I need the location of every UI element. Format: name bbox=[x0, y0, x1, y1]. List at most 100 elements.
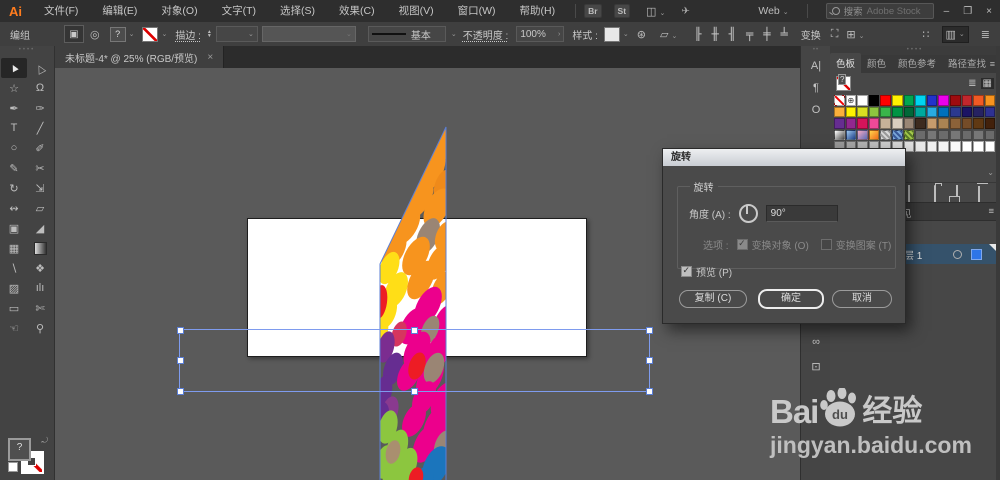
swatch[interactable] bbox=[926, 118, 938, 129]
swap-fill-stroke-icon[interactable]: ⤾ bbox=[41, 436, 48, 446]
swatch[interactable] bbox=[961, 141, 973, 152]
swatch[interactable] bbox=[845, 106, 857, 118]
menu-item-1[interactable]: 编辑(E) bbox=[90, 0, 149, 22]
fill-color-well[interactable]: ? bbox=[109, 26, 126, 42]
variable-width-select[interactable]: ⌄ bbox=[261, 26, 356, 42]
hand-tool[interactable]: ☜ bbox=[1, 318, 27, 338]
selection-bounding-box[interactable] bbox=[179, 329, 650, 392]
arrange-documents-icon[interactable]: ◫ ⌄ bbox=[646, 5, 665, 18]
swatch[interactable] bbox=[938, 141, 949, 152]
selection-handle[interactable] bbox=[411, 388, 418, 395]
align-icon-1[interactable]: ╫ bbox=[712, 27, 719, 41]
grid-view-icon[interactable]: ▦ bbox=[980, 77, 994, 89]
menu-item-3[interactable]: 文字(T) bbox=[210, 0, 268, 22]
swatch[interactable] bbox=[938, 106, 949, 118]
close-button[interactable]: × bbox=[986, 6, 992, 17]
list-view-icon[interactable]: ≣ bbox=[981, 28, 990, 41]
swatch[interactable]: ⊕ bbox=[845, 95, 857, 106]
stroke-color-well[interactable] bbox=[142, 26, 159, 42]
document-setup-icon[interactable]: ⊛ bbox=[637, 28, 646, 41]
slice-tool[interactable]: ✄ bbox=[27, 298, 53, 318]
stock-button[interactable]: St bbox=[613, 4, 631, 18]
zoom-tool[interactable]: ⚲ bbox=[27, 318, 53, 338]
ellipse-tool[interactable]: ○ bbox=[1, 138, 27, 158]
magic-wand-tool[interactable]: ☆ bbox=[1, 78, 27, 98]
opacity-label[interactable]: 不透明度 : bbox=[463, 27, 509, 42]
shape-mode-icon[interactable]: ▱ ⌄ bbox=[660, 28, 677, 41]
paintbrush-tool[interactable]: ✐ bbox=[27, 138, 53, 158]
shape-builder-tool[interactable]: ▣ bbox=[1, 218, 27, 238]
selection-handle[interactable] bbox=[177, 357, 184, 364]
swatch[interactable] bbox=[938, 95, 949, 106]
opentype-panel-icon[interactable]: O bbox=[801, 104, 831, 116]
swatch[interactable] bbox=[880, 95, 891, 106]
angle-input[interactable]: 90° bbox=[765, 205, 838, 222]
swatch[interactable] bbox=[926, 129, 938, 141]
width-tool[interactable]: ↭ bbox=[1, 198, 27, 218]
free-transform-icon[interactable]: ⛶ bbox=[831, 28, 839, 41]
panel-layout-icon[interactable]: ▥ ⌄ bbox=[941, 25, 969, 43]
swatch[interactable] bbox=[961, 106, 973, 118]
rotate-tool[interactable]: ↻ bbox=[1, 178, 27, 198]
gradient-tool[interactable] bbox=[27, 238, 53, 258]
line-segment-tool[interactable]: ╱ bbox=[27, 118, 53, 138]
menu-item-2[interactable]: 对象(O) bbox=[149, 0, 209, 22]
swatch[interactable] bbox=[973, 141, 984, 152]
direct-selection-tool[interactable]: △ bbox=[27, 58, 53, 78]
swatch[interactable] bbox=[891, 129, 903, 141]
swatch[interactable] bbox=[845, 118, 857, 129]
app-logo[interactable]: Ai bbox=[0, 4, 32, 19]
bridge-button[interactable]: Br bbox=[584, 4, 602, 18]
links-panel-icon[interactable]: ∞ bbox=[801, 336, 831, 348]
swatch[interactable] bbox=[903, 106, 915, 118]
minimize-button[interactable]: – bbox=[944, 6, 950, 17]
swatch[interactable] bbox=[868, 95, 880, 106]
panel-grip-dots[interactable]: •••• bbox=[0, 46, 54, 54]
swatch[interactable] bbox=[926, 106, 938, 118]
selection-handle[interactable] bbox=[411, 327, 418, 334]
swatch[interactable] bbox=[915, 106, 926, 118]
swatch[interactable] bbox=[915, 141, 926, 152]
panel-grip-dots[interactable]: •• bbox=[801, 46, 831, 54]
scissors-tool[interactable]: ✂ bbox=[27, 158, 53, 178]
bounding-box-icon[interactable]: ▣ bbox=[64, 25, 84, 43]
swatch[interactable] bbox=[891, 95, 903, 106]
opacity-input[interactable]: 100% › bbox=[516, 26, 565, 42]
align-icon-2[interactable]: ╢ bbox=[729, 27, 736, 41]
swatch[interactable] bbox=[961, 95, 973, 106]
align-icon-3[interactable]: ╤ bbox=[746, 27, 753, 41]
transform-pattern-checkbox[interactable] bbox=[820, 239, 832, 250]
swatch[interactable] bbox=[915, 95, 926, 106]
column-graph-tool[interactable]: ılı bbox=[27, 278, 53, 298]
document-tab[interactable]: 未标题-4* @ 25% (RGB/预览) × bbox=[55, 46, 225, 68]
grid-view-icon[interactable]: ∷ bbox=[923, 28, 930, 41]
swatch[interactable] bbox=[834, 106, 845, 118]
swatch[interactable] bbox=[949, 118, 961, 129]
swatch[interactable] bbox=[938, 118, 949, 129]
transform-label[interactable]: 变换 bbox=[801, 27, 821, 42]
swatch[interactable] bbox=[857, 118, 868, 129]
swatch[interactable] bbox=[880, 129, 891, 141]
panel-tab-颜色参考[interactable]: 颜色参考 bbox=[892, 53, 942, 73]
swatch[interactable] bbox=[868, 106, 880, 118]
mesh-tool[interactable]: ▦ bbox=[1, 238, 27, 258]
swatch[interactable] bbox=[834, 129, 845, 141]
cancel-button[interactable]: 取消 bbox=[832, 290, 892, 308]
swatch[interactable] bbox=[949, 129, 961, 141]
swatch[interactable] bbox=[949, 141, 961, 152]
swatch[interactable] bbox=[834, 95, 845, 106]
swatch[interactable] bbox=[984, 106, 996, 118]
swatch[interactable] bbox=[984, 141, 996, 152]
free-transform-tool[interactable]: ▱ bbox=[27, 198, 53, 218]
pen-tool[interactable]: ✒ bbox=[1, 98, 27, 118]
menu-item-7[interactable]: 窗口(W) bbox=[446, 0, 508, 22]
artwork-dots-strip[interactable] bbox=[370, 120, 455, 480]
eyedropper-tool[interactable]: ∖ bbox=[1, 258, 27, 278]
align-icon-5[interactable]: ╧ bbox=[780, 27, 787, 41]
swatch[interactable] bbox=[834, 118, 845, 129]
curvature-tool[interactable]: ✑ bbox=[27, 98, 53, 118]
menu-item-6[interactable]: 视图(V) bbox=[387, 0, 446, 22]
swatch[interactable] bbox=[973, 118, 984, 129]
chevron-down-icon[interactable]: ⌄ bbox=[623, 30, 629, 38]
swatch[interactable] bbox=[984, 118, 996, 129]
